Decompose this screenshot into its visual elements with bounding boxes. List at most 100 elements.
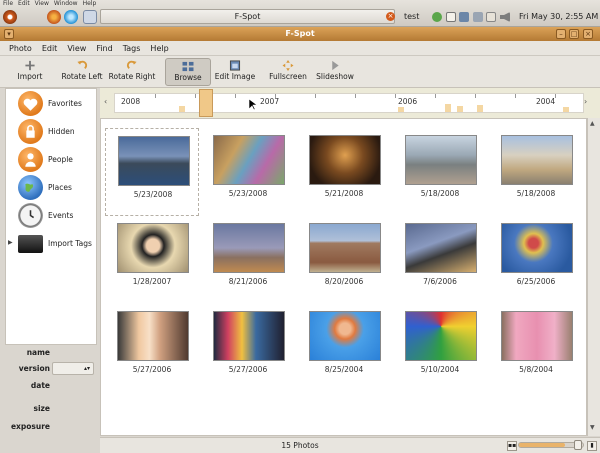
photo-thumbnail[interactable] [213, 223, 285, 273]
photo-item[interactable]: 5/18/2008 [489, 128, 583, 216]
tag-hidden[interactable]: Hidden [6, 118, 96, 146]
photo-date: 5/23/2008 [228, 189, 268, 198]
photo-item[interactable]: 5/8/2004 [489, 304, 583, 392]
tag-label: Places [48, 183, 72, 192]
screenshot-icon[interactable] [83, 10, 97, 24]
photo-item[interactable]: 5/21/2008 [297, 128, 391, 216]
photo-item[interactable]: 5/10/2004 [393, 304, 487, 392]
photo-thumbnail[interactable] [405, 311, 477, 361]
zoom-slider[interactable] [518, 440, 584, 450]
timeline-year: 2008 [121, 97, 141, 106]
rotate-left-button[interactable]: Rotate Left [58, 58, 106, 86]
photo-item[interactable]: 5/18/2008 [393, 128, 487, 216]
expand-arrow-icon[interactable]: ▶ [8, 239, 13, 246]
photo-thumbnail[interactable] [117, 311, 189, 361]
grid-scrollbar[interactable]: ▲ ▼ [587, 118, 600, 436]
play-icon [332, 60, 339, 71]
tag-import-tags[interactable]: ▶ Import Tags [6, 230, 96, 258]
browse-button[interactable]: Browse [165, 58, 211, 86]
fullscreen-icon [282, 60, 294, 71]
current-user: test [404, 12, 420, 21]
volume-icon[interactable] [500, 12, 510, 22]
timeline-right-arrow-icon[interactable]: › [584, 97, 587, 106]
photo-thumbnail[interactable] [213, 311, 285, 361]
update-icon[interactable] [432, 12, 442, 22]
window-titlebar[interactable]: ▾ F-Spot – □ × [0, 27, 600, 41]
photo-thumbnail[interactable] [118, 136, 190, 186]
tag-people[interactable]: People [6, 146, 96, 174]
info-date-label: date [30, 381, 50, 390]
photo-item[interactable]: 5/27/2006 [201, 304, 295, 392]
sys-menu-file[interactable]: File [3, 0, 13, 9]
photo-thumbnail[interactable] [213, 135, 285, 185]
photo-thumbnail[interactable] [501, 135, 573, 185]
photo-thumbnail[interactable] [309, 223, 381, 273]
menu-photo[interactable]: Photo [4, 41, 37, 55]
scroll-up-icon[interactable]: ▲ [590, 120, 595, 127]
timeline-year: 2004 [536, 97, 556, 106]
photo-date: 5/18/2008 [516, 189, 556, 198]
tag-favorites[interactable]: Favorites [6, 90, 96, 118]
menu-find[interactable]: Find [91, 41, 117, 55]
menu-help[interactable]: Help [145, 41, 173, 55]
photo-item[interactable]: 6/25/2006 [489, 216, 583, 304]
fullscreen-button[interactable]: Fullscreen [267, 58, 309, 86]
lock-icon [18, 119, 43, 144]
photo-thumbnail[interactable] [117, 223, 189, 273]
photo-item[interactable]: 8/21/2006 [201, 216, 295, 304]
import-button[interactable]: Import [10, 58, 50, 86]
menu-tags[interactable]: Tags [118, 41, 146, 55]
display-icon[interactable] [459, 12, 469, 22]
close-button[interactable]: × [583, 29, 593, 39]
photo-item[interactable]: 8/20/2006 [297, 216, 391, 304]
browse-icon [182, 61, 194, 72]
photo-thumbnail[interactable] [501, 311, 573, 361]
photo-thumbnail[interactable] [405, 223, 477, 273]
maximize-button[interactable]: □ [569, 29, 579, 39]
tag-places[interactable]: Places [6, 174, 96, 202]
timeline-selection-handle[interactable] [199, 89, 213, 117]
version-select[interactable]: ▴▾ [52, 362, 94, 375]
minimize-button[interactable]: – [556, 29, 566, 39]
sys-menu-edit[interactable]: Edit [18, 0, 30, 9]
taskbar-close-icon[interactable]: × [386, 12, 395, 21]
photo-thumbnail[interactable] [309, 311, 381, 361]
photo-item[interactable]: 1/28/2007 [105, 216, 199, 304]
edit-image-button[interactable]: Edit Image [213, 58, 257, 86]
photo-item[interactable]: 5/23/2008 [201, 128, 295, 216]
photo-item[interactable]: 7/6/2006 [393, 216, 487, 304]
photo-item[interactable]: 5/27/2006 [105, 304, 199, 392]
network-icon[interactable] [473, 12, 483, 22]
timeline[interactable]: ‹ 2008 2007 2006 2004 › [100, 88, 600, 118]
taskbar-item-fspot[interactable]: F-Spot [100, 9, 395, 24]
skype-icon[interactable] [64, 10, 78, 24]
tag-label: People [48, 155, 73, 164]
zoom-out-button[interactable]: ▪▪ [507, 441, 517, 451]
sys-menu-view[interactable]: View [35, 0, 49, 9]
heart-icon [18, 91, 43, 116]
zoom-slider-knob[interactable] [574, 440, 582, 450]
sys-menu-help[interactable]: Help [83, 0, 97, 9]
photo-thumbnail[interactable] [501, 223, 573, 273]
scroll-down-icon[interactable]: ▼ [590, 424, 595, 431]
ubuntu-logo-icon[interactable] [3, 10, 17, 24]
timeline-track[interactable]: 2008 2007 2006 2004 [114, 93, 584, 113]
photo-thumbnail[interactable] [309, 135, 381, 185]
mail-icon[interactable] [486, 12, 496, 22]
zoom-in-button[interactable]: ▮ [587, 441, 597, 451]
timeline-left-arrow-icon[interactable]: ‹ [104, 97, 107, 106]
photo-item[interactable]: 5/23/2008 [105, 128, 199, 216]
menu-view[interactable]: View [62, 41, 91, 55]
photo-item[interactable]: 8/25/2004 [297, 304, 391, 392]
notes-icon[interactable] [446, 12, 456, 22]
photo-thumbnail[interactable] [405, 135, 477, 185]
tag-events[interactable]: Events [6, 202, 96, 230]
rotate-right-button[interactable]: Rotate Right [107, 58, 157, 86]
sys-menu-window[interactable]: Window [54, 0, 78, 9]
slideshow-button[interactable]: Slideshow [314, 58, 356, 86]
firefox-icon[interactable] [47, 10, 61, 24]
menu-edit[interactable]: Edit [37, 41, 63, 55]
clock[interactable]: Fri May 30, 2:55 AM [519, 12, 598, 21]
mouse-pointer-icon [249, 99, 257, 110]
photo-date: 5/8/2004 [519, 365, 553, 374]
